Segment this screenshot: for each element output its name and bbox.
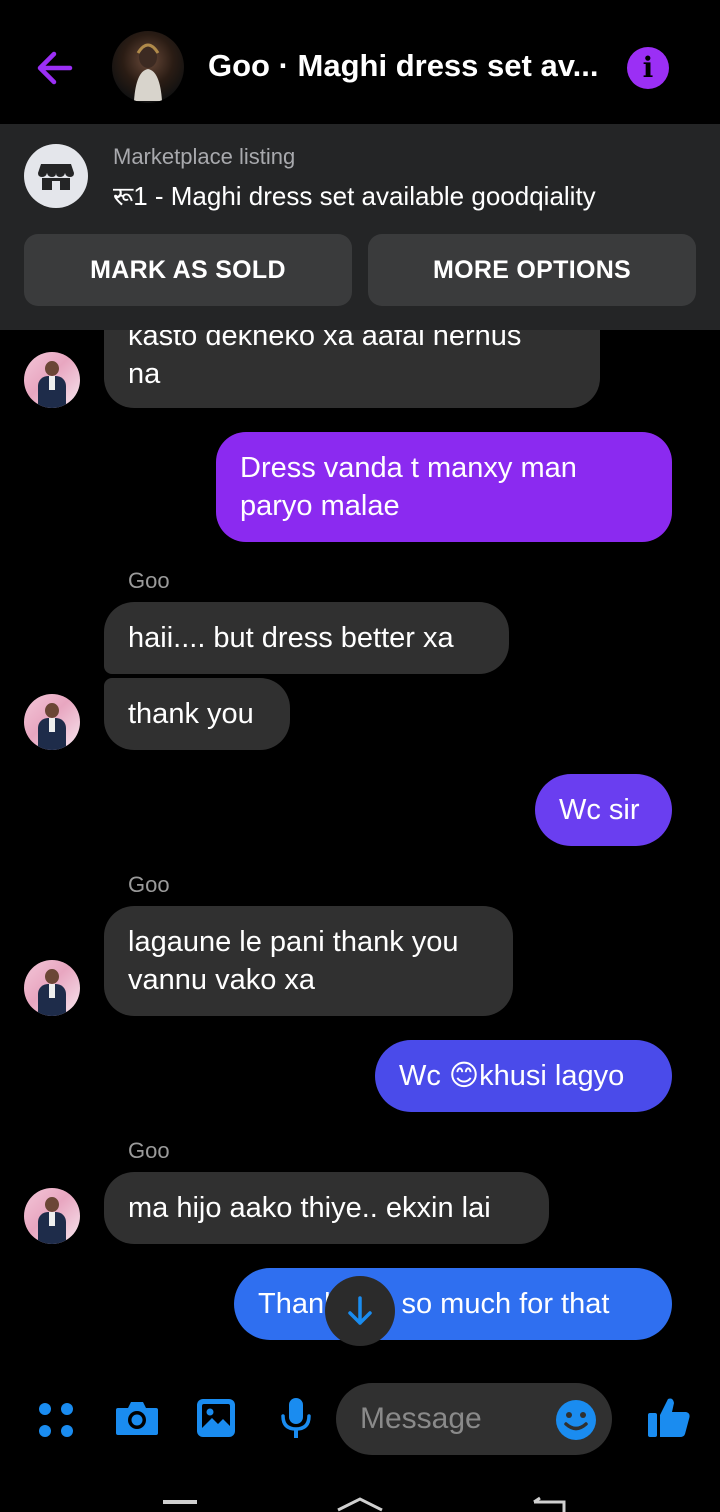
message-bubble-outgoing[interactable]: Dress vanda t manxy man paryo malae	[216, 432, 672, 542]
message-composer	[0, 1374, 720, 1474]
arrow-down-icon	[348, 1296, 372, 1325]
emoji-icon[interactable]	[555, 1399, 597, 1441]
conversation-title[interactable]: Goo · Maghi dress set av...	[208, 48, 608, 84]
message-bubble-outgoing[interactable]: Wc sir	[535, 774, 672, 846]
contact-avatar[interactable]	[112, 31, 184, 103]
message-bubble-outgoing[interactable]: Wc 😊khusi lagyo	[375, 1040, 672, 1112]
conversation-header: Goo · Maghi dress set av... i	[0, 0, 720, 124]
sender-avatar[interactable]	[24, 352, 80, 408]
sender-avatar[interactable]	[24, 960, 80, 1016]
sender-avatar[interactable]	[24, 694, 80, 750]
message-bubble-incoming[interactable]: lagaune le pani thank you vannu vako xa	[104, 906, 513, 1016]
back-arrow-icon	[37, 51, 73, 85]
message-bubble-outgoing[interactable]: Thank you so much for that	[234, 1268, 672, 1340]
apps-icon[interactable]	[36, 1400, 76, 1440]
listing-label: Marketplace listing	[113, 144, 296, 169]
camera-icon[interactable]	[114, 1398, 160, 1438]
info-icon[interactable]: i	[627, 47, 669, 89]
sender-avatar[interactable]	[24, 1188, 80, 1244]
back-nav-button[interactable]	[530, 1496, 568, 1512]
recent-apps-button[interactable]	[163, 1500, 197, 1504]
scroll-to-bottom-button[interactable]	[325, 1276, 395, 1346]
gallery-icon[interactable]	[195, 1397, 237, 1439]
marketplace-banner: Marketplace listing रू1 - Maghi dress se…	[0, 124, 720, 330]
system-navigation-bar	[0, 1474, 720, 1512]
more-options-button[interactable]: MORE OPTIONS	[368, 234, 696, 306]
sender-name: Goo	[128, 1138, 170, 1163]
message-bubble-incoming[interactable]: haii.... but dress better xa	[104, 602, 509, 674]
store-icon[interactable]	[24, 144, 88, 208]
thumbs-up-icon[interactable]	[646, 1394, 692, 1440]
message-bubble-incoming[interactable]: thank you	[104, 678, 290, 750]
home-button[interactable]	[335, 1496, 385, 1512]
message-bubble-incoming[interactable]: ma hijo aako thiye.. ekxin lai	[104, 1172, 549, 1244]
back-button[interactable]	[30, 44, 82, 92]
microphone-icon[interactable]	[278, 1396, 314, 1442]
sender-name: Goo	[128, 568, 170, 593]
listing-title[interactable]: रू1 - Maghi dress set available goodqial…	[113, 177, 596, 213]
mark-as-sold-button[interactable]: MARK AS SOLD	[24, 234, 352, 306]
sender-name: Goo	[128, 872, 170, 897]
